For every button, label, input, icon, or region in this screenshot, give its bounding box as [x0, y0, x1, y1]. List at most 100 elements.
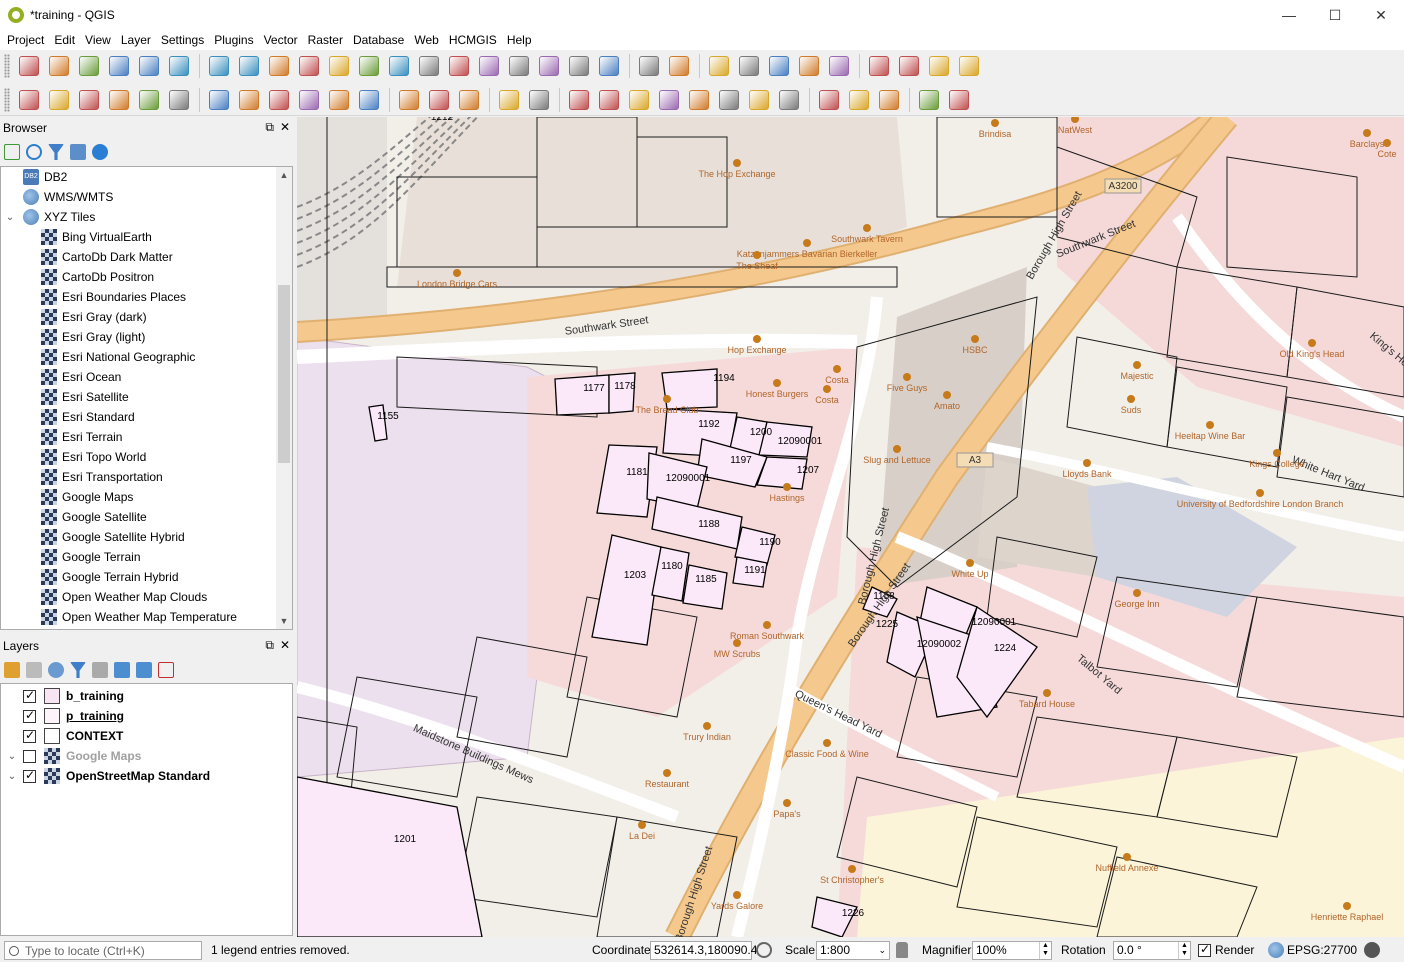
filter-expression-icon[interactable] [92, 662, 108, 678]
refresh-icon[interactable] [596, 53, 622, 79]
browser-item[interactable]: Esri Boundaries Places [1, 287, 292, 307]
zoom-full-icon[interactable] [356, 53, 382, 79]
cut-icon[interactable] [396, 87, 422, 113]
menu-raster[interactable]: Raster [303, 33, 348, 47]
pin-labels-icon[interactable] [656, 87, 682, 113]
style-panel-icon[interactable] [4, 662, 20, 678]
zoom-next-icon[interactable] [476, 53, 502, 79]
layer-visibility-checkbox[interactable] [23, 768, 36, 783]
collapse-all-layers-icon[interactable] [136, 662, 152, 678]
qmetasearch-icon[interactable] [846, 87, 872, 113]
new-temp-layer-icon[interactable] [136, 87, 162, 113]
render-checkbox[interactable] [1198, 942, 1211, 957]
toolbar-handle[interactable] [4, 87, 10, 112]
browser-item[interactable]: CartoDb Positron [1, 267, 292, 287]
menu-plugins[interactable]: Plugins [209, 33, 258, 47]
browser-scrollbar[interactable]: ▲ ▼ [276, 167, 292, 629]
help-icon[interactable] [946, 87, 972, 113]
coordinate-field[interactable]: 532614.3,180090.4 [650, 941, 757, 960]
change-label-icon[interactable] [776, 87, 802, 113]
paste-icon[interactable] [456, 87, 482, 113]
zoom-to-selection-icon[interactable] [386, 53, 412, 79]
highlight-pinned-icon[interactable] [626, 87, 652, 113]
info-icon[interactable] [92, 144, 108, 160]
text-annotation-icon[interactable] [956, 53, 982, 79]
menu-layer[interactable]: Layer [116, 33, 156, 47]
select-features-icon[interactable] [706, 53, 732, 79]
browser-item[interactable]: Esri Satellite [1, 387, 292, 407]
float-panel-icon[interactable]: ⧉ [265, 120, 274, 135]
browser-item[interactable]: Esri Terrain [1, 427, 292, 447]
menu-help[interactable]: Help [502, 33, 537, 47]
rotation-spinbox[interactable]: 0.0 ° ▲ ▼ [1113, 941, 1191, 960]
layer-item[interactable]: p_training [1, 706, 292, 726]
close-panel-icon[interactable]: ✕ [280, 120, 290, 135]
spin-arrows-icon[interactable]: ▲ ▼ [1178, 942, 1190, 959]
browser-item[interactable]: Esri Transportation [1, 467, 292, 487]
browser-item[interactable]: Esri Gray (light) [1, 327, 292, 347]
zoom-to-layer-icon[interactable] [416, 53, 442, 79]
browser-item[interactable]: Open Weather Map Clouds [1, 587, 292, 607]
measure-icon[interactable] [896, 53, 922, 79]
save-project-icon[interactable] [76, 53, 102, 79]
pan-to-selection-icon[interactable] [236, 53, 262, 79]
zoom-in-icon[interactable] [266, 53, 292, 79]
new-geopackage-icon[interactable] [46, 87, 72, 113]
open-attribute-table-icon[interactable] [796, 53, 822, 79]
spin-arrows-icon[interactable]: ▲ ▼ [1039, 942, 1051, 959]
field-calculator-icon[interactable] [826, 53, 852, 79]
manage-visibility-icon[interactable] [48, 662, 64, 678]
show-hide-labels-icon[interactable] [686, 87, 712, 113]
browser-item[interactable]: Esri Topo World [1, 447, 292, 467]
data-source-manager-icon[interactable] [16, 87, 42, 113]
copy-icon[interactable] [426, 87, 452, 113]
osm-place-search-icon[interactable] [816, 87, 842, 113]
layer-visibility-checkbox[interactable] [23, 749, 36, 763]
crs-label[interactable]: EPSG:27700 [1287, 943, 1357, 957]
show-bookmarks-icon[interactable] [566, 53, 592, 79]
map-tips-icon[interactable] [666, 53, 692, 79]
deselect-icon[interactable] [766, 53, 792, 79]
browser-item[interactable]: Bing VirtualEarth [1, 227, 292, 247]
crs-globe-icon[interactable] [1268, 942, 1284, 958]
browser-item[interactable]: Google Terrain Hybrid [1, 567, 292, 587]
filter-icon[interactable] [48, 144, 64, 160]
browser-item[interactable]: Esri Standard [1, 407, 292, 427]
magnifier-spinbox[interactable]: 100% ▲ ▼ [972, 941, 1052, 960]
new-spatialite-icon[interactable] [106, 87, 132, 113]
browser-item[interactable]: Esri Gray (dark) [1, 307, 292, 327]
layer-diagram-icon[interactable] [596, 87, 622, 113]
scale-combobox[interactable]: 1:800 ⌄ [816, 941, 890, 960]
add-group-icon[interactable] [26, 662, 42, 678]
menu-vector[interactable]: Vector [259, 33, 303, 47]
collapse-all-icon[interactable] [70, 144, 86, 160]
locator-search-input[interactable]: Type to locate (Ctrl+K) [4, 941, 202, 960]
layer-item[interactable]: ⌄ OpenStreetMap Standard [1, 766, 292, 786]
python-console-icon[interactable] [916, 87, 942, 113]
save-edits-icon[interactable] [236, 87, 262, 113]
expand-arrow-icon[interactable]: ⌄ [1, 771, 23, 782]
browser-item[interactable]: WMS/WMTS [1, 187, 292, 207]
menu-view[interactable]: View [80, 33, 116, 47]
statistics-icon[interactable] [866, 53, 892, 79]
expand-arrow-icon[interactable]: ⌄ [1, 751, 23, 762]
new-project-icon[interactable] [16, 53, 42, 79]
menu-hcmgis[interactable]: HCMGIS [444, 33, 502, 47]
browser-item[interactable]: Esri Ocean [1, 367, 292, 387]
layout-manager-icon[interactable] [166, 53, 192, 79]
browser-item[interactable]: Google Maps [1, 487, 292, 507]
current-edits-icon[interactable] [166, 87, 192, 113]
messages-icon[interactable] [1364, 942, 1380, 958]
layer-visibility-checkbox[interactable] [23, 728, 36, 743]
menu-edit[interactable]: Edit [49, 33, 80, 47]
menu-web[interactable]: Web [409, 33, 443, 47]
browser-item[interactable]: Open Weather Map Temperature [1, 607, 292, 627]
zoom-native-icon[interactable] [326, 53, 352, 79]
undo-icon[interactable] [496, 87, 522, 113]
rotate-label-icon[interactable] [746, 87, 772, 113]
annotation-icon[interactable] [926, 53, 952, 79]
new-3d-view-icon[interactable] [536, 53, 562, 79]
layer-item[interactable]: CONTEXT [1, 726, 292, 746]
browser-item[interactable]: Google Satellite Hybrid [1, 527, 292, 547]
delete-selected-icon[interactable] [356, 87, 382, 113]
